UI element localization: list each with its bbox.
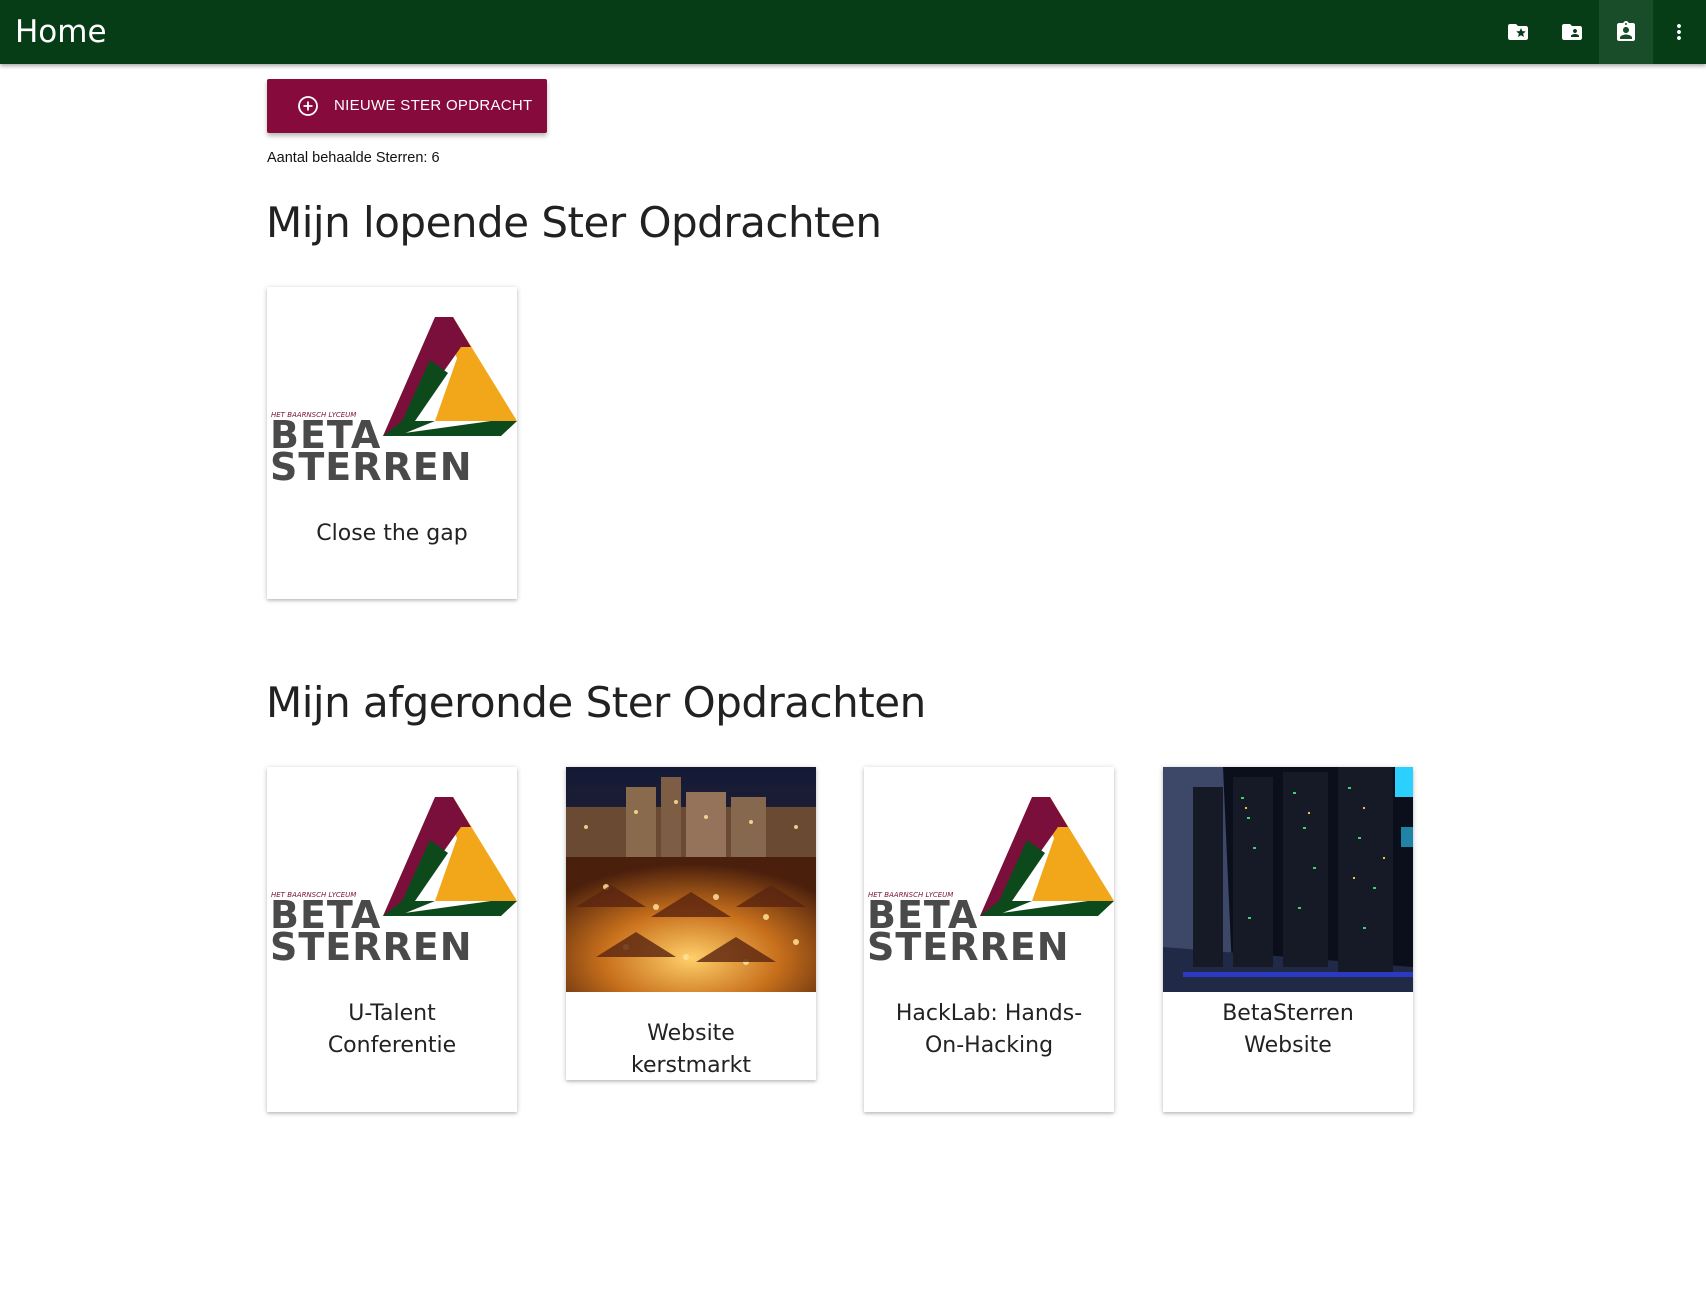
new-star-assignment-button[interactable]: NIEUWE STER OPDRACHT: [267, 79, 547, 133]
assignment-card[interactable]: BetaSterren Website: [1163, 767, 1413, 1112]
more-vert-icon: [1677, 24, 1681, 40]
folder-account-icon: [1562, 24, 1582, 40]
betasterren-logo: HET BAARNSCH LYCEUM BETA STERREN: [270, 317, 517, 489]
assignment-card[interactable]: HET BAARNSCH LYCEUM BETA STERREN HackLab…: [864, 767, 1114, 1112]
assignment-card-title: HackLab: Hands-On-Hacking: [895, 1001, 1083, 1058]
betasterren-logo-image: HET BAARNSCH LYCEUM BETA STERREN: [267, 767, 517, 992]
betasterren-logo-image: HET BAARNSCH LYCEUM BETA STERREN: [267, 287, 517, 512]
assignment-card-title: U-Talent Conferentie: [327, 1001, 457, 1058]
svg-text:STERREN: STERREN: [867, 925, 1070, 969]
more-options-button[interactable]: [1652, 0, 1706, 64]
folder-account-button[interactable]: [1545, 0, 1599, 64]
folder-star-icon: [1508, 24, 1528, 40]
new-star-assignment-label: NIEUWE STER OPDRACHT: [334, 97, 533, 114]
app-bar: Home: [0, 0, 1706, 64]
server-room-photo: [1163, 767, 1413, 992]
svg-text:STERREN: STERREN: [270, 925, 473, 969]
assignment-card[interactable]: Website kerstmarkt: [566, 767, 816, 1080]
assignment-card-title: BetaSterren Website: [1222, 1001, 1354, 1058]
betasterren-logo: HET BAARNSCH LYCEUM BETA STERREN: [270, 797, 517, 969]
christmas-market-image: [566, 767, 816, 992]
profile-assignment-button[interactable]: [1599, 0, 1653, 64]
assignment-card[interactable]: HET BAARNSCH LYCEUM BETA STERREN Close t…: [267, 287, 517, 599]
running-assignments-title: Mijn lopende Ster Opdrachten: [266, 198, 882, 247]
add-circle-outline-icon: [298, 96, 318, 116]
folder-star-button[interactable]: [1491, 0, 1545, 64]
star-count: Aantal behaalde Sterren: 6: [267, 150, 440, 166]
betasterren-logo: HET BAARNSCH LYCEUM BETA STERREN: [867, 797, 1114, 969]
assignment-card-title: Website kerstmarkt: [631, 1021, 751, 1078]
assignment-card[interactable]: HET BAARNSCH LYCEUM BETA STERREN U-Talen…: [267, 767, 517, 1112]
page-title: Home: [15, 14, 107, 50]
completed-assignments-title: Mijn afgeronde Ster Opdrachten: [266, 678, 926, 727]
christmas-market-photo: [566, 767, 816, 992]
svg-text:STERREN: STERREN: [270, 445, 473, 489]
server-room-image: [1163, 767, 1413, 992]
assignment-card-title: Close the gap: [316, 521, 468, 546]
betasterren-logo-image: HET BAARNSCH LYCEUM BETA STERREN: [864, 767, 1114, 992]
assignment-ind-icon: [1617, 21, 1635, 41]
